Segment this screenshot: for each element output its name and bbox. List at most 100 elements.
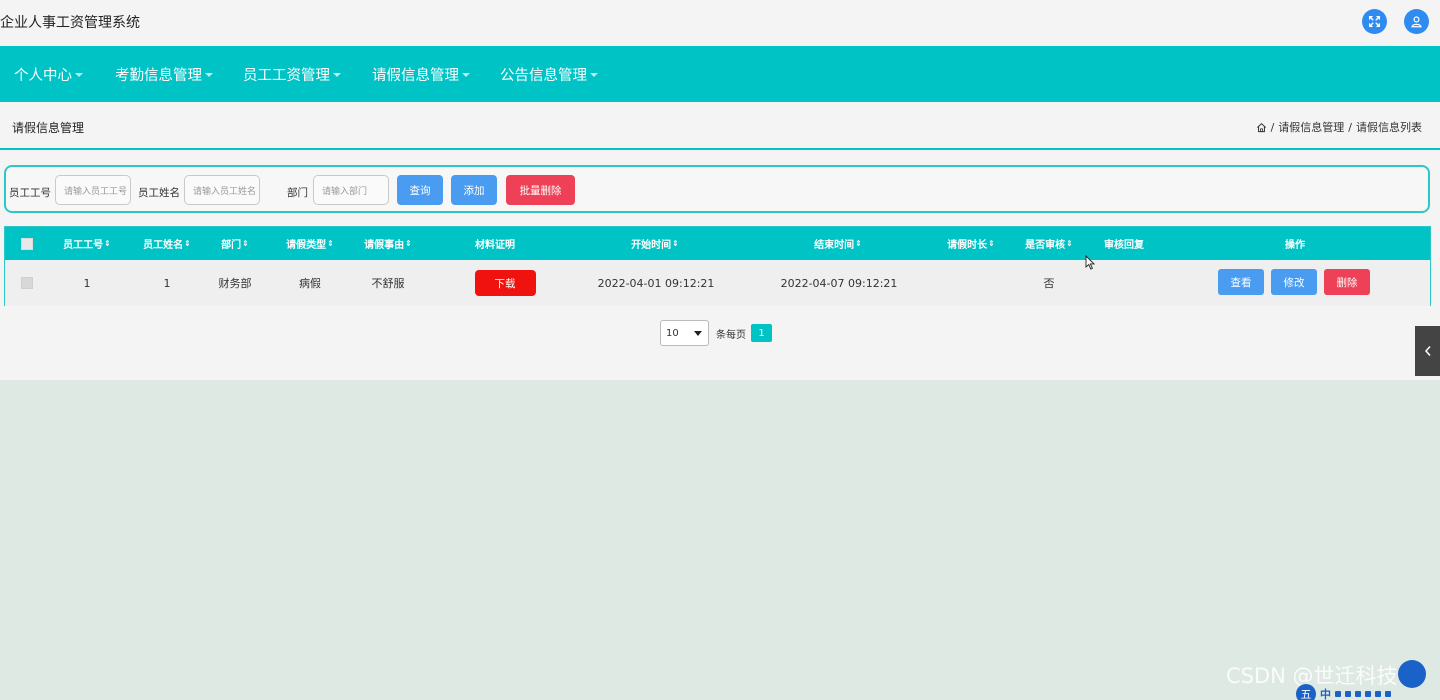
sort-icon: ⇕ (405, 239, 412, 248)
row-checkbox[interactable] (21, 277, 33, 289)
sort-icon: ⇕ (104, 239, 111, 248)
page-title: 请假信息管理 (12, 121, 85, 135)
cell-leave-type: 病假 (299, 277, 321, 290)
col-dept[interactable]: 部门 ⇕ (201, 227, 269, 260)
nav-item-salary[interactable]: 员工工资管理 (243, 46, 341, 102)
leave-table: 员工工号 ⇕ 员工姓名 ⇕ 部门 ⇕ 请假类型 ⇕ 请假事由 ⇕ 材料证明 开始时间 ⇕ 结… (4, 226, 1431, 306)
emp-no-input[interactable]: 请输入员工工号 (55, 175, 131, 205)
cell-approved: 否 (1043, 277, 1055, 290)
main-nav: 个人中心 考勤信息管理 员工工资管理 请假信息管理 公告信息管理 (0, 46, 1440, 102)
download-button[interactable]: 下载 (474, 270, 536, 296)
cell-emp-name: 1 (163, 276, 171, 290)
user-button[interactable] (1404, 9, 1429, 34)
breadcrumb-bar: 请假信息管理 / 请假信息管理 / 请假信息列表 (0, 102, 1440, 150)
select-all-checkbox[interactable] (21, 237, 33, 250)
col-label: 结束时间 (814, 240, 855, 251)
col-label: 员工工号 (63, 240, 104, 251)
page-button-current[interactable]: 1 (751, 324, 772, 342)
page-size-select[interactable]: 10 (660, 320, 709, 346)
col-reply: 审核回复 (1084, 227, 1164, 260)
app-title: 企业人事工资管理系统 (0, 15, 140, 31)
col-label: 审核回复 (1104, 240, 1144, 251)
breadcrumb-separator: / (1348, 120, 1352, 134)
col-approved[interactable]: 是否审核 ⇕ (1009, 227, 1089, 260)
col-leave-type[interactable]: 请假类型 ⇕ (269, 227, 351, 260)
cell-duration (931, 260, 1011, 306)
sort-icon: ⇕ (327, 239, 334, 248)
top-bar: 企业人事工资管理系统 (0, 0, 1440, 46)
fullscreen-icon (1368, 15, 1381, 28)
caret-down-icon (590, 73, 598, 77)
add-button[interactable]: 添加 (451, 175, 497, 205)
sort-icon: ⇕ (672, 239, 679, 248)
sort-icon: ⇕ (184, 239, 191, 248)
cell-reason: 不舒服 (371, 277, 405, 290)
nav-item-personal-center[interactable]: 个人中心 (14, 46, 83, 102)
query-button[interactable]: 查询 (397, 175, 443, 205)
col-material: 材料证明 (454, 227, 536, 260)
ime-toolbar: 五 中 (1296, 684, 1391, 700)
row-select-cell (15, 260, 39, 306)
caret-down-icon (333, 73, 341, 77)
view-button[interactable]: 查看 (1218, 269, 1264, 295)
delete-button[interactable]: 删除 (1324, 269, 1370, 295)
col-label: 是否审核 (1025, 240, 1066, 251)
cell-end: 2022-04-07 09:12:21 (780, 276, 898, 290)
ime-keyboard-icon[interactable] (1365, 691, 1371, 697)
dept-label: 部门 (287, 187, 308, 199)
ime-tool-icon[interactable] (1355, 691, 1361, 697)
fullscreen-button[interactable] (1362, 9, 1387, 34)
nav-item-leave[interactable]: 请假信息管理 (372, 46, 470, 102)
col-label: 请假事由 (364, 240, 405, 251)
emp-name-input[interactable]: 请输入员工姓名 (184, 175, 260, 205)
nav-item-attendance[interactable]: 考勤信息管理 (115, 46, 213, 102)
breadcrumb-item-leave[interactable]: 请假信息管理 (1278, 119, 1344, 135)
search-panel: 员工工号 请输入员工工号 员工姓名 请输入员工姓名 部门 请输入部门 查询 添加… (4, 165, 1430, 213)
pagination: 10 条每页 1 (660, 320, 772, 346)
ime-skin-icon[interactable] (1375, 691, 1381, 697)
col-label: 员工姓名 (143, 240, 184, 251)
emp-name-label: 员工姓名 (138, 187, 180, 199)
nav-item-notice[interactable]: 公告信息管理 (500, 46, 598, 102)
breadcrumb: / 请假信息管理 / 请假信息列表 (1256, 119, 1422, 135)
nav-item-label: 公告信息管理 (500, 67, 587, 84)
ime-settings-icon[interactable] (1385, 691, 1391, 697)
user-icon (1411, 16, 1422, 28)
edit-button[interactable]: 修改 (1271, 269, 1317, 295)
col-duration[interactable]: 请假时长 ⇕ (931, 227, 1011, 260)
dept-input[interactable]: 请输入部门 (313, 175, 389, 205)
col-label: 请假时长 (947, 240, 988, 251)
caret-down-icon (75, 73, 83, 77)
sort-icon: ⇕ (855, 239, 862, 248)
table-row: 1 1 财务部 病假 不舒服 下载 2022-04-01 09:12:21 20… (5, 260, 1430, 306)
ime-badge-icon[interactable]: 五 (1296, 684, 1316, 700)
col-start[interactable]: 开始时间 ⇕ (595, 227, 715, 260)
ime-pen-icon[interactable] (1345, 691, 1351, 697)
nav-item-label: 请假信息管理 (372, 67, 459, 84)
page-size-value: 10 (666, 327, 679, 339)
emp-no-label: 员工工号 (9, 187, 51, 199)
col-actions: 操作 (1255, 227, 1335, 260)
col-emp-name[interactable]: 员工姓名 ⇕ (127, 227, 207, 260)
col-reason[interactable]: 请假事由 ⇕ (347, 227, 429, 260)
sort-icon: ⇕ (988, 239, 995, 248)
cell-dept: 财务部 (218, 277, 252, 290)
col-label: 材料证明 (475, 240, 515, 251)
cell-reply (1084, 260, 1164, 306)
side-drawer-toggle[interactable] (1415, 326, 1440, 376)
per-page-label: 条每页 (716, 329, 746, 341)
batch-delete-button[interactable]: 批量删除 (506, 175, 575, 205)
ime-punctuation-icon[interactable] (1335, 691, 1341, 697)
home-icon[interactable] (1256, 122, 1267, 133)
floating-assistant-icon[interactable] (1398, 660, 1426, 688)
col-label: 开始时间 (631, 240, 672, 251)
caret-down-icon (205, 73, 213, 77)
breadcrumb-separator: / (1270, 120, 1275, 134)
ime-mode[interactable]: 中 (1320, 686, 1331, 700)
col-label: 操作 (1285, 240, 1305, 251)
col-emp-no[interactable]: 员工工号 ⇕ (47, 227, 127, 260)
col-label: 请假类型 (286, 240, 327, 251)
sort-icon: ⇕ (1066, 239, 1073, 248)
nav-item-label: 个人中心 (14, 67, 72, 84)
col-end[interactable]: 结束时间 ⇕ (778, 227, 898, 260)
